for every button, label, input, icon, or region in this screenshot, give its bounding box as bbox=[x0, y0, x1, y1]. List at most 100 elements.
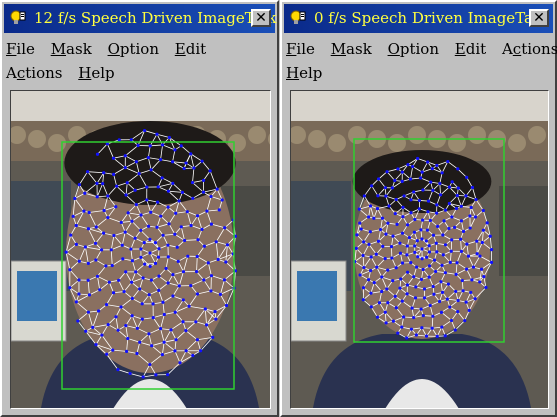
mesh-vertex bbox=[399, 277, 403, 281]
menu-actions[interactable]: Actions bbox=[6, 61, 62, 85]
mesh-vertex bbox=[441, 233, 445, 237]
mesh-vertex bbox=[86, 261, 90, 266]
menu-accel: c bbox=[16, 64, 26, 82]
lightbulb-icon bbox=[290, 10, 306, 24]
mesh-vertex bbox=[424, 239, 428, 243]
menu-edit[interactable]: Edit bbox=[455, 37, 486, 61]
mesh-vertex bbox=[115, 184, 119, 188]
mesh-vertex bbox=[204, 323, 209, 327]
mesh-vertex bbox=[153, 261, 158, 265]
mesh-vertex bbox=[200, 227, 204, 231]
mesh-vertex bbox=[384, 321, 388, 325]
mesh-vertex bbox=[177, 199, 181, 203]
menu-help[interactable]: Help bbox=[286, 61, 322, 85]
mesh-vertex bbox=[416, 156, 420, 161]
close-button[interactable]: ✕ bbox=[529, 9, 549, 27]
mesh-vertex bbox=[437, 299, 442, 304]
mesh-vertex bbox=[427, 275, 431, 279]
mesh-vertex bbox=[393, 294, 397, 298]
menu-accel: F bbox=[286, 40, 297, 58]
menu-accel: M bbox=[50, 40, 67, 58]
mesh-vertex bbox=[440, 290, 445, 295]
mesh-vertex bbox=[104, 264, 108, 268]
mesh-vertex bbox=[443, 334, 447, 338]
mesh-vertex bbox=[414, 333, 418, 337]
mesh-vertex bbox=[445, 297, 449, 301]
menu-option[interactable]: Option bbox=[108, 37, 159, 61]
menu-file[interactable]: File bbox=[286, 37, 315, 61]
mesh-vertex bbox=[77, 259, 81, 263]
imagetalk-window-left: 12 f/s Speech Driven ImageTalk ✕ File Ma… bbox=[0, 0, 279, 417]
mesh-vertex bbox=[386, 221, 390, 225]
ornament bbox=[448, 134, 466, 152]
mesh-vertex bbox=[189, 152, 193, 156]
mesh-vertex bbox=[367, 242, 371, 246]
mesh-vertex bbox=[174, 211, 178, 215]
menu-option[interactable]: Option bbox=[388, 37, 439, 61]
mesh-vertex bbox=[394, 306, 398, 310]
mesh-vertex bbox=[157, 274, 161, 278]
mesh-vertex bbox=[427, 264, 432, 268]
title-bar[interactable]: 12 f/s Speech Driven ImageTalk ✕ bbox=[4, 4, 276, 33]
mesh-vertex bbox=[68, 286, 72, 290]
close-button[interactable]: ✕ bbox=[251, 9, 271, 27]
mesh-vertex bbox=[100, 333, 104, 337]
mesh-vertex bbox=[459, 204, 463, 208]
mesh-vertex bbox=[148, 264, 152, 268]
mesh-vertex bbox=[466, 254, 471, 258]
mesh-vertex bbox=[201, 178, 206, 182]
mesh-vertex bbox=[354, 246, 358, 250]
mesh-vertex bbox=[195, 214, 200, 218]
mesh-vertex bbox=[91, 325, 95, 329]
menu-mask[interactable]: Mask bbox=[51, 37, 92, 61]
mesh-vertex bbox=[390, 256, 394, 260]
mesh-vertex bbox=[64, 250, 68, 254]
mesh-vertex bbox=[95, 274, 100, 278]
mesh-vertex bbox=[435, 250, 439, 254]
menu-label: tions bbox=[25, 64, 63, 82]
mesh-vertex bbox=[162, 340, 166, 344]
mesh-vertex bbox=[440, 171, 444, 175]
menu-accel: O bbox=[387, 40, 400, 58]
mesh-vertex bbox=[405, 292, 409, 296]
mesh-vertex bbox=[461, 289, 465, 293]
mesh-vertex bbox=[383, 257, 387, 261]
mesh-vertex bbox=[147, 332, 151, 336]
mesh-vertex bbox=[370, 184, 374, 188]
mesh-vertex bbox=[402, 194, 406, 198]
mesh-vertex bbox=[390, 186, 394, 190]
ornament bbox=[348, 126, 366, 144]
mesh-vertex bbox=[202, 278, 206, 282]
mesh-vertex bbox=[181, 270, 186, 274]
mesh-vertex bbox=[173, 148, 177, 152]
mesh-vertex bbox=[473, 215, 478, 219]
mesh-vertex bbox=[124, 270, 128, 274]
mesh-vertex bbox=[166, 255, 170, 259]
menu-actions[interactable]: Actions bbox=[502, 37, 557, 61]
menu-mask[interactable]: Mask bbox=[331, 37, 372, 61]
mesh-vertex bbox=[379, 228, 383, 232]
mesh-vertex bbox=[155, 132, 159, 136]
mesh-vertex bbox=[471, 265, 476, 269]
mesh-vertex bbox=[116, 368, 120, 372]
mesh-vertex bbox=[182, 238, 187, 243]
mesh-vertex bbox=[422, 296, 427, 300]
mesh-vertex bbox=[174, 338, 178, 342]
menu-help[interactable]: Help bbox=[78, 61, 114, 85]
mesh-vertex bbox=[361, 298, 365, 302]
mesh-vertex bbox=[478, 280, 482, 284]
mesh-vertex bbox=[376, 177, 381, 181]
mesh-vertex bbox=[102, 171, 106, 175]
mesh-vertex bbox=[421, 267, 425, 272]
mesh-vertex bbox=[431, 188, 435, 192]
mesh-vertex bbox=[74, 223, 78, 228]
title-bar[interactable]: 0 f/s Speech Driven ImageTalk ✕ bbox=[284, 4, 553, 33]
mesh-vertex bbox=[425, 255, 429, 259]
menu-file[interactable]: File bbox=[6, 37, 35, 61]
mesh-vertex bbox=[151, 316, 155, 320]
mesh-vertex bbox=[122, 289, 126, 294]
mesh-vertex bbox=[400, 231, 405, 235]
mesh-vertex bbox=[98, 288, 102, 292]
mesh-vertex bbox=[426, 160, 430, 164]
menu-edit[interactable]: Edit bbox=[175, 37, 206, 61]
